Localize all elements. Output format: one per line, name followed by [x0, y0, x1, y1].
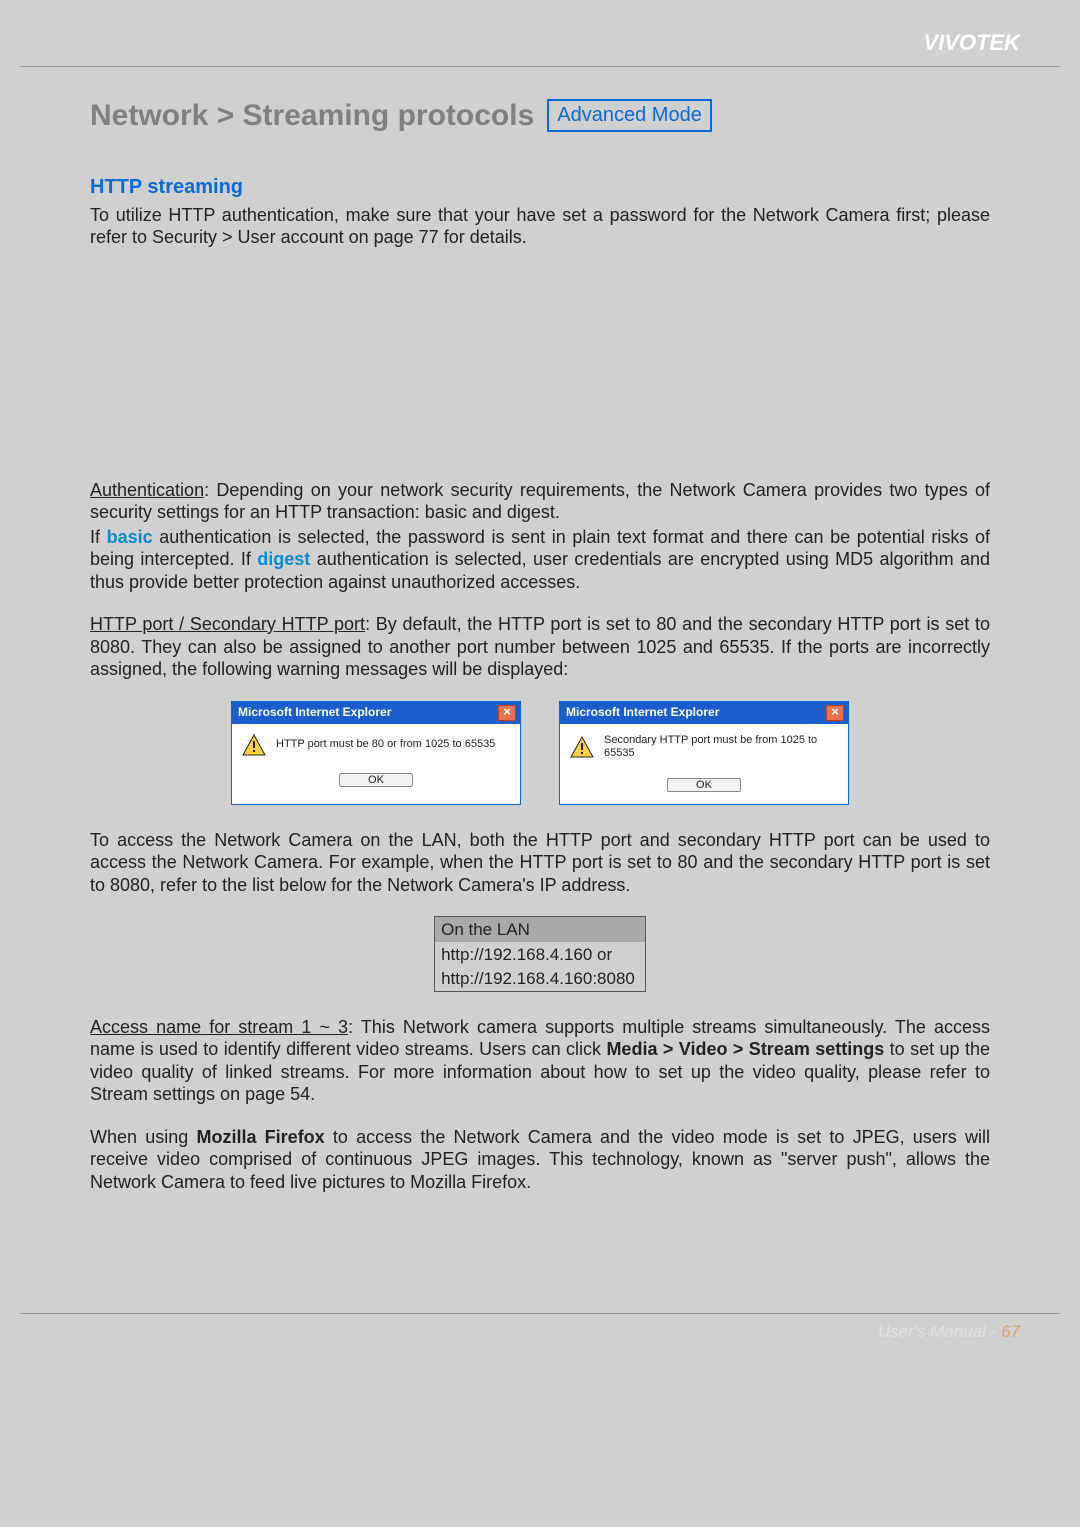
mode-badge: Advanced Mode	[547, 99, 712, 132]
dialog-titlebar: Microsoft Internet Explorer ×	[232, 702, 520, 724]
ok-button[interactable]: OK	[667, 778, 741, 792]
brand-label: VIVOTEK	[0, 0, 1080, 66]
dialog-title: Microsoft Internet Explorer	[238, 705, 391, 720]
intro-paragraph: To utilize HTTP authentication, make sur…	[90, 204, 990, 249]
footer-text: User's Manual - 67	[0, 1314, 1080, 1342]
lan-table: On the LAN http://192.168.4.160 or http:…	[434, 916, 646, 992]
close-icon[interactable]: ×	[498, 705, 516, 721]
dialog-message: HTTP port must be 80 or from 1025 to 655…	[276, 738, 495, 752]
dialog-http-port: Microsoft Internet Explorer × HTTP port …	[231, 701, 521, 805]
basic-digest-paragraph: If basic authentication is selected, the…	[90, 526, 990, 594]
dialog-footer: OK	[232, 762, 520, 799]
firefox-bold: Mozilla Firefox	[196, 1127, 324, 1147]
image-placeholder	[90, 269, 990, 479]
dialog-body: HTTP port must be 80 or from 1025 to 655…	[232, 724, 520, 762]
port-paragraph: HTTP port / Secondary HTTP port: By defa…	[90, 613, 990, 681]
dialog-row: Microsoft Internet Explorer × HTTP port …	[90, 701, 990, 805]
ok-button[interactable]: OK	[339, 773, 413, 787]
dialog-message: Secondary HTTP port must be from 1025 to…	[604, 734, 838, 762]
auth-paragraph: Authentication: Depending on your networ…	[90, 479, 990, 524]
port-label: HTTP port / Secondary HTTP port	[90, 614, 365, 634]
dialog-title: Microsoft Internet Explorer	[566, 705, 719, 720]
footer-page-number: 67	[1001, 1322, 1020, 1341]
lan-header-cell: On the LAN	[435, 917, 646, 943]
dialog-titlebar: Microsoft Internet Explorer ×	[560, 702, 848, 724]
auth-label: Authentication	[90, 480, 204, 500]
basic-word: basic	[107, 527, 153, 547]
bottom-spacer	[0, 1233, 1080, 1313]
dialog-footer: OK	[560, 767, 848, 804]
basic-pre: If	[90, 527, 107, 547]
lan-url-2: http://192.168.4.160:8080	[435, 968, 646, 992]
title-row: Network > Streaming protocols Advanced M…	[90, 97, 990, 135]
lan-url-1: http://192.168.4.160 or	[435, 942, 646, 967]
close-icon[interactable]: ×	[826, 705, 844, 721]
access-paragraph: Access name for stream 1 ~ 3: This Netwo…	[90, 1016, 990, 1106]
access-bold: Media > Video > Stream settings	[606, 1039, 884, 1059]
page-title: Network > Streaming protocols	[90, 97, 534, 135]
dialog-body: Secondary HTTP port must be from 1025 to…	[560, 724, 848, 768]
warning-icon	[570, 736, 594, 758]
access-label: Access name for stream 1 ~ 3	[90, 1017, 348, 1037]
page-content: Network > Streaming protocols Advanced M…	[0, 67, 1080, 1233]
section-heading: HTTP streaming	[90, 175, 990, 200]
lan-intro-paragraph: To access the Network Camera on the LAN,…	[90, 829, 990, 897]
firefox-paragraph: When using Mozilla Firefox to access the…	[90, 1126, 990, 1194]
dialog-secondary-port: Microsoft Internet Explorer × Secondary …	[559, 701, 849, 805]
digest-word: digest	[257, 549, 310, 569]
footer-label: User's Manual -	[878, 1322, 1001, 1341]
auth-text: : Depending on your network security req…	[90, 480, 990, 523]
warning-icon	[242, 734, 266, 756]
firefox-pre: When using	[90, 1127, 196, 1147]
